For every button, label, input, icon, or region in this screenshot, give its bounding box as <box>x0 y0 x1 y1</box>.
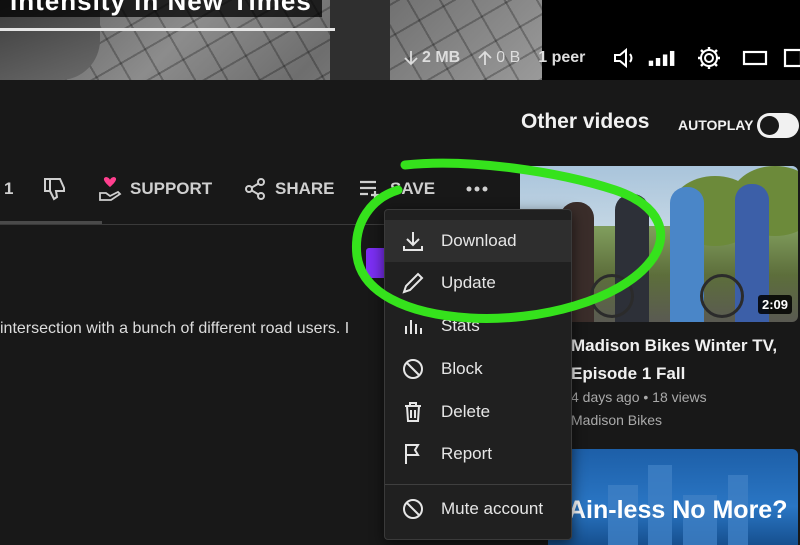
support-button[interactable]: SUPPORT <box>98 174 212 204</box>
video-title[interactable]: Madison Bikes Winter TV, Episode 1 Fall <box>571 332 796 388</box>
menu-item-block[interactable]: Block <box>385 348 571 390</box>
menu-item-label: Block <box>441 359 483 378</box>
theater-mode-icon[interactable] <box>740 44 770 72</box>
save-button[interactable]: SAVE <box>358 174 435 204</box>
download-speed: 2 MB <box>422 49 461 66</box>
support-heart-icon <box>98 176 122 202</box>
signal-bars-icon <box>647 44 677 72</box>
menu-item-label: Mute account <box>441 499 544 518</box>
arrow-down-icon <box>404 50 418 66</box>
menu-item-label: Report <box>441 444 493 463</box>
support-label: SUPPORT <box>130 179 213 198</box>
menu-item-stats[interactable]: Stats <box>385 305 571 347</box>
flag-icon <box>385 442 441 466</box>
video-meta: 4 days ago • 18 views <box>571 389 707 405</box>
bar-chart-icon <box>385 314 441 338</box>
bike-wheel <box>590 274 634 318</box>
video-progress-bar[interactable] <box>0 28 335 31</box>
like-count-value: 1 <box>4 179 14 198</box>
video-channel[interactable]: Madison Bikes <box>571 412 662 428</box>
playlist-add-icon <box>358 178 382 200</box>
upload-speed: 0 B <box>496 49 521 66</box>
share-icon <box>243 177 267 201</box>
other-videos-title: Other videos <box>521 110 650 133</box>
thumbnail-figure <box>670 187 704 322</box>
dislike-button[interactable] <box>42 174 68 204</box>
upload-stat: 0 B <box>478 49 520 67</box>
fullscreen-icon[interactable] <box>778 44 800 72</box>
mute-icon <box>385 497 441 521</box>
menu-item-label: Download <box>441 231 517 250</box>
peers-stat: 1 peer <box>538 49 585 67</box>
volume-icon[interactable] <box>612 44 642 72</box>
thumbs-down-icon <box>42 176 68 202</box>
video-post <box>330 0 390 80</box>
menu-item-label: Stats <box>441 316 480 335</box>
autoplay-toggle[interactable] <box>757 113 799 138</box>
menu-item-update[interactable]: Update <box>385 262 571 304</box>
menu-item-download[interactable]: Download <box>385 220 571 262</box>
share-button[interactable]: SHARE <box>243 174 335 204</box>
download-icon <box>385 229 441 253</box>
peer-count: 1 peer <box>538 49 586 66</box>
p2p-stats: 2 MB 0 B 1 peer <box>404 44 603 72</box>
pencil-icon <box>385 271 441 295</box>
more-options-button[interactable] <box>465 174 489 204</box>
share-label: SHARE <box>275 179 335 198</box>
autoplay-label: AUTOPLAY <box>678 117 754 133</box>
video-player[interactable]: Intensity in New Times 2 MB 0 B 1 peer <box>0 0 800 80</box>
video-description: intersection with a bunch of different r… <box>0 320 350 337</box>
ellipsis-icon <box>465 185 489 193</box>
menu-item-label: Delete <box>441 402 491 421</box>
menu-item-report[interactable]: Report <box>385 433 571 475</box>
more-options-menu: Download Update Stats Block Delete Repor… <box>384 209 572 540</box>
thumbnail-2-text: Ain-less No More? <box>568 496 788 524</box>
block-icon <box>385 357 441 381</box>
menu-item-mute-account[interactable]: Mute account <box>385 488 571 530</box>
download-stat: 2 MB <box>404 49 460 67</box>
menu-item-label: Update <box>441 273 496 292</box>
menu-item-delete[interactable]: Delete <box>385 391 571 433</box>
bike-wheel <box>700 274 744 318</box>
settings-gear-icon[interactable] <box>694 44 724 72</box>
video-caption: Intensity in New Times <box>0 0 322 17</box>
video-duration: 2:09 <box>757 295 792 314</box>
like-count[interactable]: 1 <box>4 174 13 204</box>
toggle-knob <box>760 116 779 135</box>
save-label: SAVE <box>390 179 436 198</box>
trash-icon <box>385 400 441 424</box>
arrow-up-icon <box>478 50 492 66</box>
menu-separator <box>385 484 571 485</box>
